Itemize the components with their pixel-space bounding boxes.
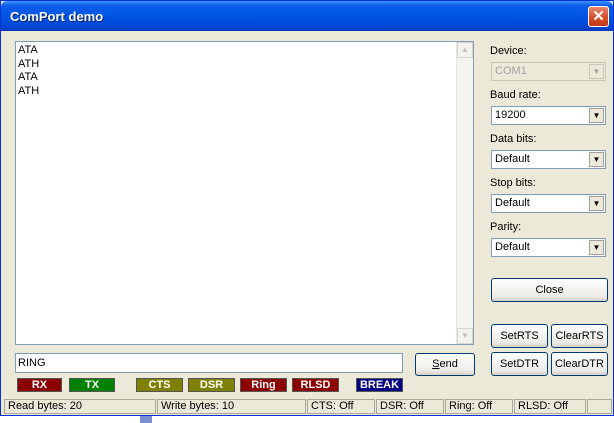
stop-bits-select[interactable]: Default ▼ bbox=[491, 194, 606, 213]
status-read-bytes: Read bytes: 20 bbox=[4, 399, 156, 414]
data-bits-select[interactable]: Default ▼ bbox=[491, 150, 606, 169]
baud-rate-value: 19200 bbox=[495, 109, 526, 121]
stop-bits-value: Default bbox=[495, 197, 530, 209]
status-write-bytes: Write bytes: 10 bbox=[157, 399, 306, 414]
led-dsr: DSR bbox=[188, 378, 235, 392]
set-rts-button[interactable]: SetRTS bbox=[491, 324, 548, 348]
chevron-down-icon[interactable]: ▼ bbox=[589, 108, 604, 123]
data-bits-value: Default bbox=[495, 153, 530, 165]
chevron-down-icon[interactable]: ▼ bbox=[589, 240, 604, 255]
baud-rate-select[interactable]: 19200 ▼ bbox=[491, 106, 606, 125]
device-label: Device: bbox=[490, 45, 527, 57]
led-break: BREAK bbox=[356, 378, 403, 392]
memo-scrollbar[interactable]: ▲ ▼ bbox=[456, 42, 473, 344]
status-rlsd: RLSD: Off bbox=[514, 399, 586, 414]
send-text-input[interactable]: RING bbox=[15, 353, 403, 373]
data-bits-label: Data bits: bbox=[490, 133, 537, 145]
parity-value: Default bbox=[495, 241, 530, 253]
send-text-value: RING bbox=[18, 357, 46, 369]
stop-bits-label: Stop bits: bbox=[490, 177, 536, 189]
chevron-down-icon[interactable]: ▼ bbox=[589, 196, 604, 211]
status-cts: CTS: Off bbox=[307, 399, 375, 414]
log-line: ATA bbox=[18, 44, 38, 56]
led-ring: Ring bbox=[240, 378, 287, 392]
parity-select[interactable]: Default ▼ bbox=[491, 238, 606, 257]
device-select: COM1 ▼ bbox=[491, 62, 606, 81]
chevron-down-icon[interactable]: ▼ bbox=[589, 152, 604, 167]
clear-rts-button[interactable]: ClearRTS bbox=[551, 324, 608, 348]
log-line: ATH bbox=[18, 84, 40, 97]
close-x-icon: ✕ bbox=[592, 8, 605, 25]
log-memo[interactable]: ATA ATH ATA ATH ▲ ▼ bbox=[15, 41, 474, 345]
baud-rate-label: Baud rate: bbox=[490, 89, 541, 101]
status-dsr: DSR: Off bbox=[376, 399, 444, 414]
led-rx: RX bbox=[17, 378, 62, 392]
comport-demo-window: ComPort demo ✕ ATA ATH ATA ATH ▲ ▼ Devic… bbox=[0, 0, 614, 416]
led-rlsd: RLSD bbox=[292, 378, 339, 392]
send-label-rest: end bbox=[439, 358, 458, 370]
chevron-down-icon: ▼ bbox=[589, 64, 604, 79]
log-lines: ATA ATH ATA ATH bbox=[18, 44, 39, 98]
title-bar[interactable]: ComPort demo ✕ bbox=[1, 1, 613, 31]
close-port-button[interactable]: Close bbox=[491, 278, 608, 302]
scroll-down-button[interactable]: ▼ bbox=[457, 328, 473, 344]
scroll-up-button[interactable]: ▲ bbox=[457, 42, 473, 58]
window-title: ComPort demo bbox=[10, 9, 104, 24]
device-value: COM1 bbox=[495, 65, 527, 77]
clear-dtr-button[interactable]: ClearDTR bbox=[551, 352, 608, 376]
close-window-button[interactable]: ✕ bbox=[588, 6, 609, 27]
set-dtr-button[interactable]: SetDTR bbox=[491, 352, 548, 376]
status-extra bbox=[587, 399, 612, 414]
send-button[interactable]: Send bbox=[415, 353, 475, 376]
log-line: ATA bbox=[18, 71, 38, 83]
led-cts: CTS bbox=[136, 378, 183, 392]
status-ring: Ring: Off bbox=[445, 399, 513, 414]
status-bar: Read bytes: 20 Write bytes: 10 CTS: Off … bbox=[4, 399, 612, 414]
led-tx: TX bbox=[69, 378, 115, 392]
parity-label: Parity: bbox=[490, 221, 522, 233]
log-line: ATH bbox=[18, 57, 40, 70]
